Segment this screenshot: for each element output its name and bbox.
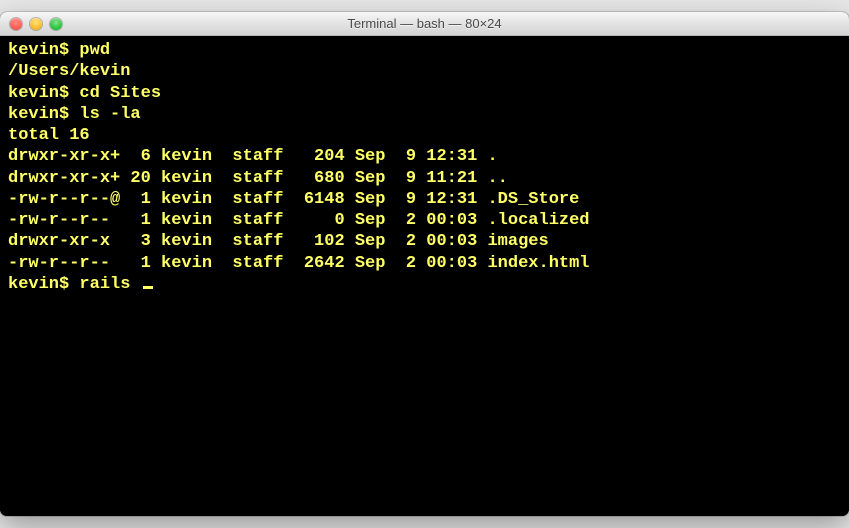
terminal-line: kevin$ pwd bbox=[8, 40, 841, 61]
terminal-line: total 16 bbox=[8, 125, 841, 146]
terminal-line: /Users/kevin bbox=[8, 61, 841, 82]
terminal-line: -rw-r--r-- 1 kevin staff 0 Sep 2 00:03 .… bbox=[8, 210, 841, 231]
terminal-line: -rw-r--r-- 1 kevin staff 2642 Sep 2 00:0… bbox=[8, 253, 841, 274]
terminal-window: Terminal — bash — 80×24 kevin$ pwd/Users… bbox=[0, 12, 849, 516]
minimize-icon[interactable] bbox=[30, 18, 42, 30]
terminal-line: drwxr-xr-x 3 kevin staff 102 Sep 2 00:03… bbox=[8, 231, 841, 252]
window-titlebar: Terminal — bash — 80×24 bbox=[0, 12, 849, 36]
terminal-line: kevin$ cd Sites bbox=[8, 83, 841, 104]
close-icon[interactable] bbox=[10, 18, 22, 30]
terminal-line: kevin$ ls -la bbox=[8, 104, 841, 125]
cursor-icon bbox=[143, 286, 153, 289]
terminal-line: drwxr-xr-x+ 6 kevin staff 204 Sep 9 12:3… bbox=[8, 146, 841, 167]
terminal-line: -rw-r--r--@ 1 kevin staff 6148 Sep 9 12:… bbox=[8, 189, 841, 210]
terminal-line: kevin$ rails bbox=[8, 274, 841, 295]
terminal-body[interactable]: kevin$ pwd/Users/kevinkevin$ cd Siteskev… bbox=[0, 36, 849, 516]
zoom-icon[interactable] bbox=[50, 18, 62, 30]
traffic-lights bbox=[0, 18, 62, 30]
terminal-line: drwxr-xr-x+ 20 kevin staff 680 Sep 9 11:… bbox=[8, 168, 841, 189]
window-title: Terminal — bash — 80×24 bbox=[0, 16, 849, 31]
